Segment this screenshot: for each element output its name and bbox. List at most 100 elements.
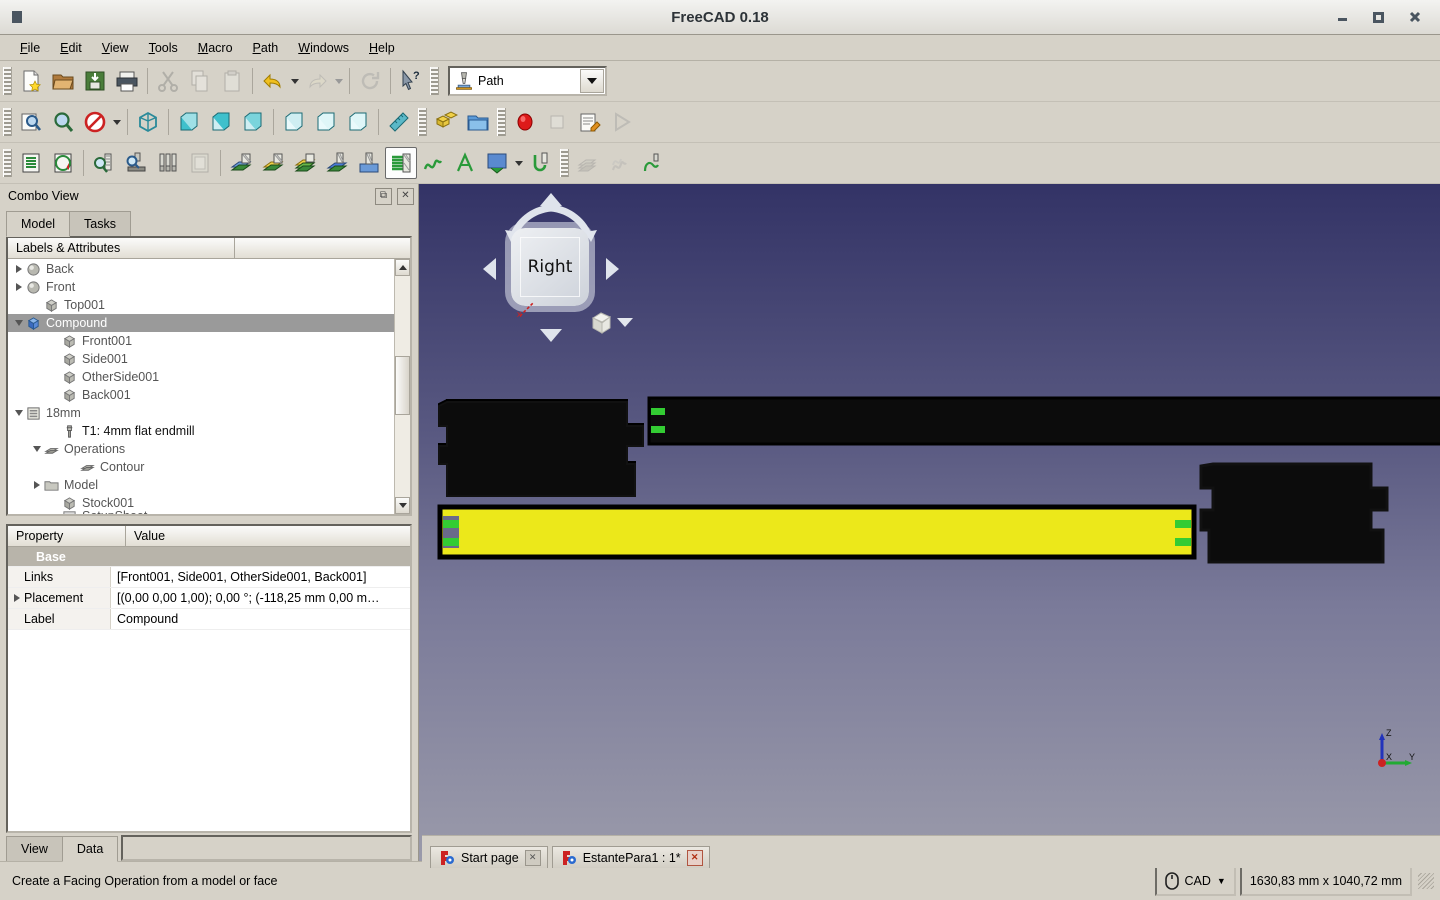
nav-arrow-up[interactable] (540, 193, 562, 206)
undo-icon[interactable] (257, 65, 289, 97)
document-tab-start-page[interactable]: Start page ✕ (430, 846, 548, 868)
path-surface-dropdown-arrow[interactable] (513, 148, 525, 178)
workbench-selector[interactable]: Path (448, 66, 607, 96)
tree-item[interactable]: T1: 4mm flat endmill (8, 422, 394, 440)
left-view-icon[interactable] (342, 106, 374, 138)
menu-edit[interactable]: Edit (50, 38, 92, 58)
fit-selection-icon[interactable] (47, 106, 79, 138)
workbench-dropdown-arrow[interactable] (580, 69, 604, 93)
toolbar-grip[interactable] (497, 108, 506, 136)
property-row[interactable]: Placement [(0,00 0,00 1,00); 0,00 °; (-11… (8, 588, 410, 609)
undo-dropdown-arrow[interactable] (289, 66, 301, 96)
tree-item[interactable]: Contour (8, 458, 394, 476)
workbench-part-icon[interactable] (430, 106, 462, 138)
path-array-icon[interactable] (572, 147, 604, 179)
tree-item[interactable]: Compound (8, 314, 394, 332)
navigation-style-selector[interactable]: CAD ▼ (1154, 866, 1236, 896)
tree-item[interactable]: 18mm (8, 404, 394, 422)
tree-twisty-right[interactable] (30, 478, 44, 492)
nav-cube-face[interactable]: Right (511, 228, 589, 306)
tree-twisty-down[interactable] (12, 316, 26, 330)
menu-windows[interactable]: Windows (288, 38, 359, 58)
path-deburr-icon[interactable] (449, 147, 481, 179)
maximize-button[interactable] (1372, 10, 1386, 24)
save-document-icon[interactable] (79, 65, 111, 97)
menu-path[interactable]: Path (243, 38, 289, 58)
menu-help[interactable]: Help (359, 38, 405, 58)
menu-tools[interactable]: Tools (139, 38, 188, 58)
tree-item[interactable]: Side001 (8, 350, 394, 368)
tree-item[interactable]: Operations (8, 440, 394, 458)
whats-this-icon[interactable]: ? (395, 65, 427, 97)
paste-icon[interactable] (216, 65, 248, 97)
toolbar-grip[interactable] (3, 67, 12, 95)
path-helix-icon[interactable] (353, 147, 385, 179)
edit-macro-icon[interactable] (573, 106, 605, 138)
close-panel-button[interactable]: ✕ (397, 187, 414, 205)
path-pocket-icon[interactable] (257, 147, 289, 179)
tree-twisty-right[interactable] (12, 280, 26, 294)
new-document-icon[interactable] (15, 65, 47, 97)
document-tab-close[interactable]: ✕ (524, 849, 541, 866)
property-value[interactable]: [(0,00 0,00 1,00); 0,00 °; (-118,25 mm 0… (111, 591, 410, 605)
top-view-icon[interactable] (205, 106, 237, 138)
tree-twisty-down[interactable] (12, 406, 26, 420)
menu-macro[interactable]: Macro (188, 38, 243, 58)
nav-home-dropdown-icon[interactable] (617, 318, 633, 327)
path-simulator-icon[interactable] (120, 147, 152, 179)
path-job-icon[interactable] (15, 147, 47, 179)
path-post-process-icon[interactable] (47, 147, 79, 179)
tree-item[interactable]: SetupSheet (8, 509, 394, 514)
tab-view[interactable]: View (6, 836, 63, 861)
print-icon[interactable] (111, 65, 143, 97)
tab-tasks[interactable]: Tasks (69, 211, 131, 236)
rear-view-icon[interactable] (278, 106, 310, 138)
toolbar-grip[interactable] (3, 149, 12, 177)
menu-view[interactable]: View (92, 38, 139, 58)
path-toolbit-library-icon[interactable] (152, 147, 184, 179)
scroll-track[interactable] (395, 276, 410, 497)
front-view-icon[interactable] (173, 106, 205, 138)
float-panel-button[interactable]: ⧉ (375, 187, 392, 205)
tree-item[interactable]: Back (8, 260, 394, 278)
cut-icon[interactable] (152, 65, 184, 97)
fit-all-icon[interactable] (15, 106, 47, 138)
tab-data[interactable]: Data (61, 836, 119, 862)
property-row[interactable]: Links [Front001, Side001, OtherSide001, B… (8, 567, 410, 588)
chevron-down-icon[interactable]: ▼ (1217, 876, 1226, 886)
tree-item[interactable]: Front (8, 278, 394, 296)
draw-style-icon[interactable] (79, 106, 111, 138)
refresh-icon[interactable] (354, 65, 386, 97)
path-engrave-icon[interactable] (417, 147, 449, 179)
path-adaptive-icon[interactable] (385, 147, 417, 179)
path-face-icon[interactable] (289, 147, 321, 179)
close-button[interactable] (1408, 10, 1422, 24)
draw-style-dropdown-arrow[interactable] (111, 107, 123, 137)
navigation-cube[interactable]: Right x (471, 188, 633, 348)
property-value[interactable]: Compound (111, 612, 410, 626)
document-tab-estantepara1[interactable]: EstantePara1 : 1* ✕ (551, 846, 710, 868)
open-document-icon[interactable] (47, 65, 79, 97)
record-macro-icon[interactable] (509, 106, 541, 138)
tree-twisty-right[interactable] (12, 262, 26, 276)
path-inspect-icon[interactable] (88, 147, 120, 179)
tree-item[interactable]: Front001 (8, 332, 394, 350)
redo-icon[interactable] (301, 65, 333, 97)
scroll-up-button[interactable] (395, 259, 410, 276)
tree-twisty-down[interactable] (30, 442, 44, 456)
toolbar-grip[interactable] (430, 67, 439, 95)
resize-grip[interactable] (1418, 873, 1434, 889)
execute-macro-icon[interactable] (605, 106, 637, 138)
menu-file[interactable]: File (10, 38, 50, 58)
path-profile-icon[interactable] (225, 147, 257, 179)
scroll-thumb[interactable] (395, 355, 410, 415)
bottom-view-icon[interactable] (310, 106, 342, 138)
scroll-down-button[interactable] (395, 497, 410, 514)
tree-item[interactable]: OtherSide001 (8, 368, 394, 386)
path-copy-icon[interactable] (604, 147, 636, 179)
property-value[interactable]: [Front001, Side001, OtherSide001, Back00… (111, 570, 410, 584)
minimize-button[interactable] (1336, 10, 1350, 24)
property-row[interactable]: Label Compound (8, 609, 410, 630)
stop-macro-icon[interactable] (541, 106, 573, 138)
toolbar-grip[interactable] (418, 108, 427, 136)
